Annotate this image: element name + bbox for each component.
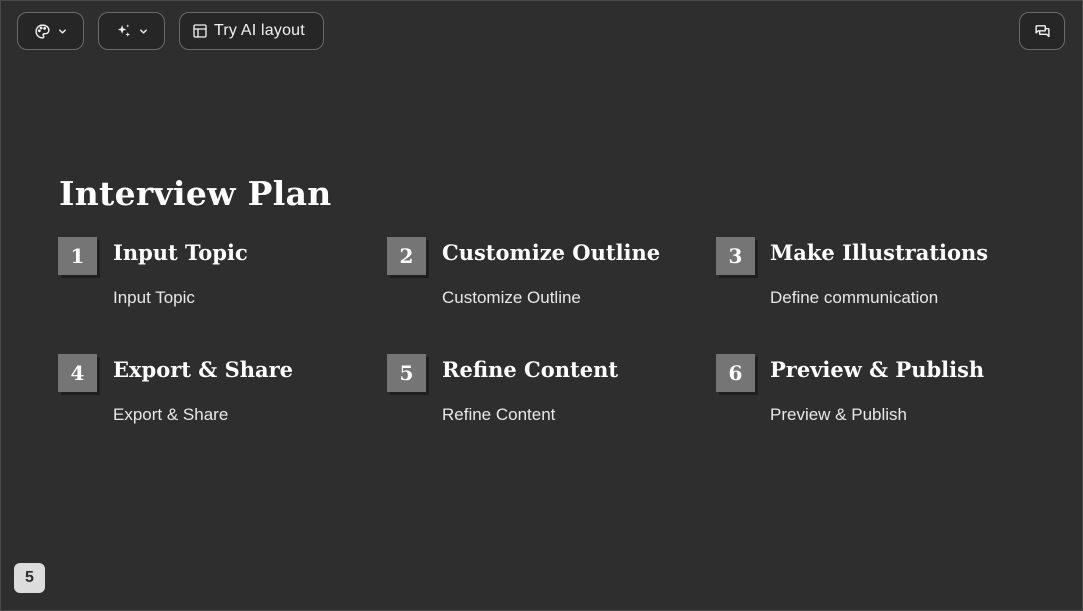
comments-icon bbox=[1034, 23, 1051, 40]
step-number-box: 1 bbox=[58, 237, 97, 275]
step-title: Input Topic bbox=[113, 240, 248, 265]
chevron-down-icon bbox=[138, 26, 149, 37]
slide-title: Interview Plan bbox=[59, 174, 332, 213]
step-description: Preview & Publish bbox=[770, 405, 908, 424]
try-ai-layout-button[interactable]: Try AI layout bbox=[179, 12, 324, 50]
ai-dropdown-button[interactable] bbox=[98, 12, 165, 50]
step-number-box: 3 bbox=[716, 237, 755, 275]
step-number-box: 6 bbox=[716, 354, 755, 392]
step-description: Refine Content bbox=[442, 405, 556, 424]
step-description: Customize Outline bbox=[442, 288, 581, 307]
page-number-badge[interactable]: 5 bbox=[14, 563, 45, 593]
layout-icon bbox=[192, 23, 208, 39]
step-title: Make Illustrations bbox=[770, 240, 989, 265]
theme-dropdown-button[interactable] bbox=[17, 12, 84, 50]
step-title: Refine Content bbox=[442, 357, 619, 382]
step-number-box: 5 bbox=[387, 354, 426, 392]
chevron-down-icon bbox=[57, 26, 68, 37]
step-description: Input Topic bbox=[113, 288, 195, 307]
step-description: Define communication bbox=[770, 288, 939, 307]
step-description: Export & Share bbox=[113, 405, 229, 424]
step-number-box: 4 bbox=[58, 354, 97, 392]
step-title: Preview & Publish bbox=[770, 357, 985, 382]
palette-icon bbox=[34, 23, 51, 40]
step-number-box: 2 bbox=[387, 237, 426, 275]
comments-button[interactable] bbox=[1019, 12, 1065, 50]
sparkles-icon bbox=[115, 23, 132, 40]
try-ai-layout-label: Try AI layout bbox=[214, 22, 305, 39]
step-title: Export & Share bbox=[113, 357, 294, 382]
step-title: Customize Outline bbox=[442, 240, 661, 265]
